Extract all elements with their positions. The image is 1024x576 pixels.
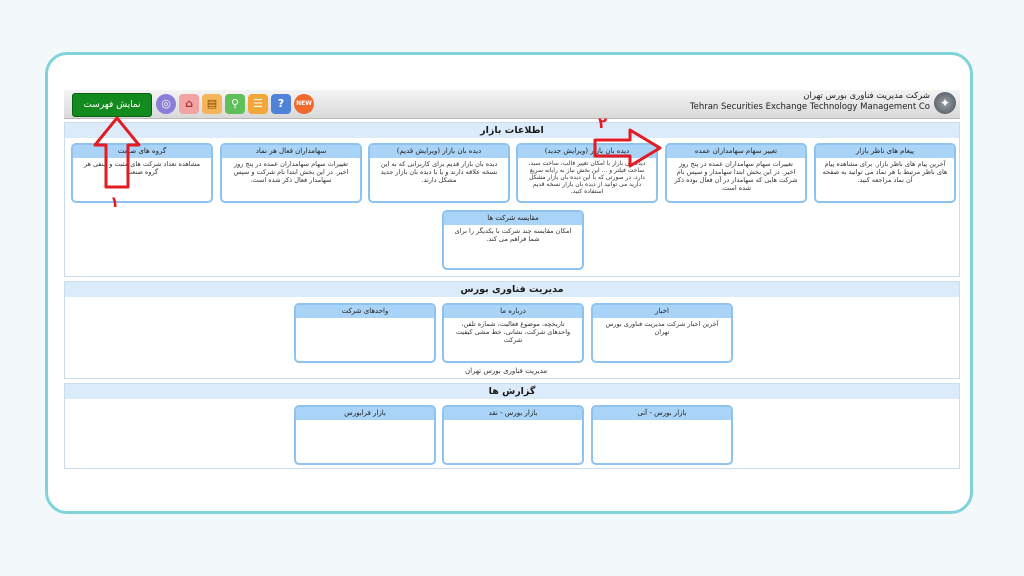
- annotation-label-two: ۲: [598, 114, 608, 132]
- tech-management-section: مدیریت فناوری بورس اخبار آخرین اخبار شرک…: [64, 281, 960, 379]
- card-market-watch-new[interactable]: دیده بان بازار (ویرایش جدید) دیده بان با…: [516, 143, 658, 203]
- section-title: گزارش ها: [65, 384, 959, 399]
- reports-section: گزارش ها بازار بورس - آتی بازار بورس - ن…: [64, 383, 960, 469]
- footer-note: مدیریت فناوری بورس تهران: [465, 367, 548, 375]
- card-title[interactable]: سهامداران فعال هر نماد: [222, 145, 360, 158]
- card-desc: مشاهده تعداد شرکت های مثبت و منفی هر گرو…: [83, 160, 201, 176]
- card-market-watch-old[interactable]: دیده بان بازار (ویرایش قدیم) دیده بان با…: [368, 143, 510, 203]
- card-title[interactable]: دیده بان بازار (ویرایش جدید): [518, 145, 656, 158]
- card-title[interactable]: بازار فرابورس: [296, 407, 434, 420]
- card-about-us[interactable]: درباره ما تاریخچه، موضوع فعالیت، شماره ت…: [442, 303, 584, 363]
- card-title[interactable]: بازار بورس - آتی: [593, 407, 731, 420]
- card-market-supervisor-messages[interactable]: پیغام های ناظر بازار آخرین پیام های ناظر…: [814, 143, 956, 203]
- card-desc: [593, 420, 731, 424]
- card-major-holders-change[interactable]: تغییر سهام سهامداران عمده تغییرات سهام س…: [665, 143, 807, 203]
- card-desc: [296, 318, 434, 322]
- card-company-units[interactable]: واحدهای شرکت: [294, 303, 436, 363]
- card-cash-market[interactable]: بازار بورس - نقد: [442, 405, 584, 465]
- card-title[interactable]: گروه های صنعت: [73, 145, 211, 158]
- section-title: مدیریت فناوری بورس: [65, 282, 959, 297]
- card-title[interactable]: دیده بان بازار (ویرایش قدیم): [370, 145, 508, 158]
- card-desc: [296, 420, 434, 424]
- card-title[interactable]: تغییر سهام سهامداران عمده: [667, 145, 805, 158]
- section-title: اطلاعات بازار: [65, 123, 959, 138]
- card-active-holders[interactable]: سهامداران فعال هر نماد تغییرات سهام سهام…: [220, 143, 362, 203]
- card-desc: دیده بان بازار با امکان تغییر قالب، ساخت…: [528, 160, 646, 195]
- card-desc: تغییرات سهام سهامداران عمده در پنج روز ا…: [674, 160, 798, 192]
- card-farabourse-market[interactable]: بازار فرابورس: [294, 405, 436, 465]
- card-industry-groups[interactable]: گروه های صنعت مشاهده تعداد شرکت های مثبت…: [71, 143, 213, 203]
- company-name-fa: شرکت مدیریت فناوری بورس تهران: [803, 91, 930, 101]
- company-name-en: Tehran Securities Exchange Technology Ma…: [689, 102, 930, 112]
- card-desc: امکان مقایسه چند شرکت با یکدیگر را برای …: [454, 227, 572, 243]
- new-icon[interactable]: NEW: [294, 94, 314, 114]
- card-desc: [444, 420, 582, 424]
- card-desc: آخرین پیام های ناظر بازار. برای مشاهده پ…: [822, 160, 948, 184]
- card-title[interactable]: درباره ما: [444, 305, 582, 318]
- message-icon[interactable]: ☰: [248, 94, 268, 114]
- card-company-comparison[interactable]: مقایسه شرکت ها امکان مقایسه چند شرکت با …: [442, 210, 584, 270]
- company-logo-icon: ✦: [934, 92, 956, 114]
- globe-icon[interactable]: ◎: [156, 94, 176, 114]
- market-info-section: اطلاعات بازار پیغام های ناظر بازار آخرین…: [64, 122, 960, 277]
- show-menu-button[interactable]: نمایش فهرست: [72, 93, 152, 117]
- card-desc: دیده بان بازار قدیم برای کاربرانی که به …: [380, 160, 498, 184]
- help-icon[interactable]: ?: [271, 94, 291, 114]
- card-news[interactable]: اخبار آخرین اخبار شرکت مدیریت فناوری بور…: [591, 303, 733, 363]
- table-icon[interactable]: ▤: [202, 94, 222, 114]
- card-title[interactable]: واحدهای شرکت: [296, 305, 434, 318]
- search-icon[interactable]: ⚲: [225, 94, 245, 114]
- home-icon[interactable]: ⌂: [179, 94, 199, 114]
- card-title[interactable]: مقایسه شرکت ها: [444, 212, 582, 225]
- card-desc: آخرین اخبار شرکت مدیریت فناوری بورس تهرا…: [605, 320, 719, 336]
- annotation-label-one: ۱: [110, 193, 120, 211]
- card-futures-market[interactable]: بازار بورس - آتی: [591, 405, 733, 465]
- card-desc: تغییرات سهام سهامداران عمده در پنج روز ا…: [233, 160, 349, 184]
- card-title[interactable]: پیغام های ناظر بازار: [816, 145, 954, 158]
- card-title[interactable]: بازار بورس - نقد: [444, 407, 582, 420]
- company-name: شرکت مدیریت فناوری بورس تهران Tehran Sec…: [690, 91, 930, 113]
- card-title[interactable]: اخبار: [593, 305, 731, 318]
- top-toolbar: نمایش فهرست ◎ ⌂ ▤ ⚲ ☰ ? NEW شرکت مدیریت …: [64, 90, 960, 119]
- card-desc: تاریخچه، موضوع فعالیت، شماره تلفن، واحده…: [455, 320, 571, 344]
